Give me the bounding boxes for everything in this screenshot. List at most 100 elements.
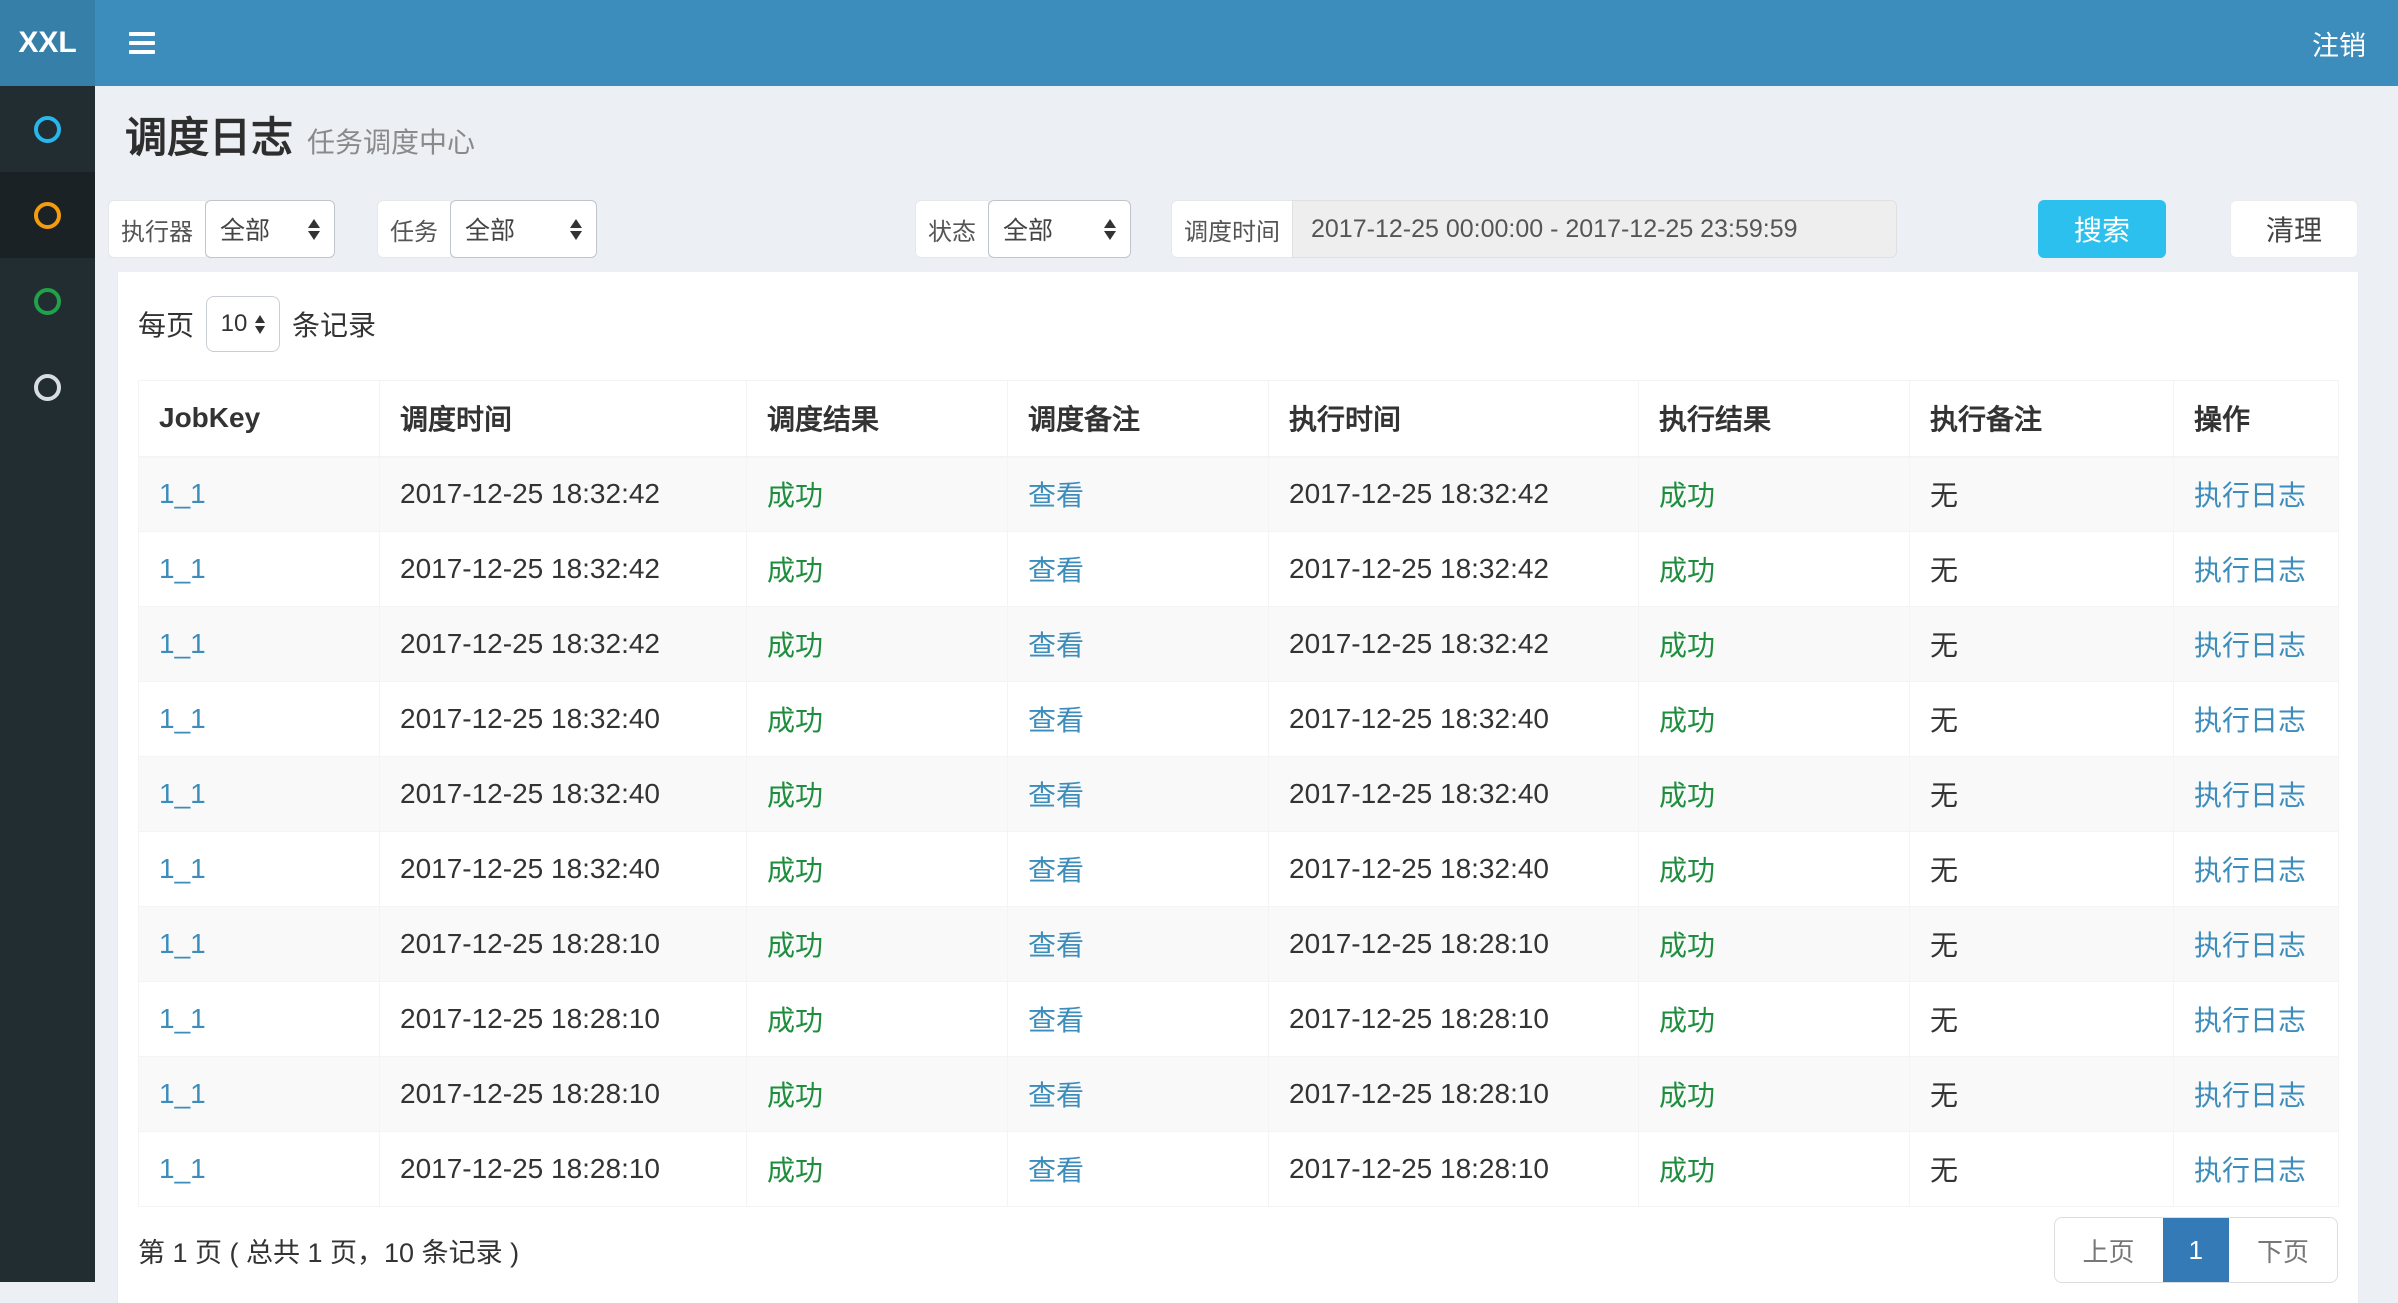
job-key-link[interactable]: 1_1 — [159, 1078, 206, 1109]
trigger-msg-link[interactable]: 查看 — [1028, 1080, 1084, 1111]
trigger-msg-link[interactable]: 查看 — [1028, 1005, 1084, 1036]
table-cell: 执行日志 — [2174, 832, 2339, 907]
job-key-link[interactable]: 1_1 — [159, 703, 206, 734]
exec-log-link[interactable]: 执行日志 — [2194, 1080, 2306, 1111]
filter-bar: 执行器 全部 任务 全部 状态 全部 调度时间 2017-12-25 00: — [108, 200, 2358, 258]
handle-time: 2017-12-25 18:28:10 — [1289, 928, 1549, 959]
handle-time: 2017-12-25 18:28:10 — [1289, 1003, 1549, 1034]
trigger-msg-link[interactable]: 查看 — [1028, 930, 1084, 961]
trigger-msg-link[interactable]: 查看 — [1028, 1155, 1084, 1186]
table-cell: 查看 — [1008, 907, 1269, 982]
search-button[interactable]: 搜索 — [2038, 200, 2166, 258]
table-cell: 2017-12-25 18:28:10 — [1269, 1057, 1639, 1132]
table-cell: 执行日志 — [2174, 757, 2339, 832]
exec-log-link[interactable]: 执行日志 — [2194, 1155, 2306, 1186]
trigger-msg-link[interactable]: 查看 — [1028, 780, 1084, 811]
trigger-result: 成功 — [767, 1005, 823, 1036]
trigger-time: 2017-12-25 18:28:10 — [400, 1153, 660, 1184]
table-cell: 2017-12-25 18:28:10 — [380, 1132, 747, 1207]
trigger-msg-link[interactable]: 查看 — [1028, 480, 1084, 511]
exec-log-link[interactable]: 执行日志 — [2194, 480, 2306, 511]
handle-time: 2017-12-25 18:28:10 — [1289, 1078, 1549, 1109]
sidebar-item[interactable] — [0, 172, 95, 258]
trigger-time: 2017-12-25 18:28:10 — [400, 928, 660, 959]
content-box: 每页 10 条记录 JobKey调度时间调度结果调度备注执行时间执行结果执行备注… — [118, 272, 2358, 1303]
trigger-msg-link[interactable]: 查看 — [1028, 555, 1084, 586]
page-size-select[interactable]: 10 — [206, 296, 280, 352]
table-cell: 成功 — [1639, 1132, 1910, 1207]
next-page-button[interactable]: 下页 — [2229, 1218, 2337, 1282]
handle-result: 成功 — [1659, 930, 1715, 961]
table-cell: 2017-12-25 18:32:40 — [380, 757, 747, 832]
hamburger-menu-icon[interactable] — [123, 26, 161, 60]
job-key-link[interactable]: 1_1 — [159, 1003, 206, 1034]
table-cell: 查看 — [1008, 607, 1269, 682]
table-header-row: JobKey调度时间调度结果调度备注执行时间执行结果执行备注操作 — [139, 381, 2339, 457]
table-cell: 成功 — [747, 757, 1008, 832]
job-key-link[interactable]: 1_1 — [159, 778, 206, 809]
table-cell: 成功 — [1639, 682, 1910, 757]
table-row: 1_1 2017-12-25 18:28:10 成功 查看 2017-12-25 18:… — [139, 1132, 2339, 1207]
clear-button[interactable]: 清理 — [2230, 200, 2358, 258]
table-cell: 无 — [1910, 832, 2174, 907]
job-key-link[interactable]: 1_1 — [159, 928, 206, 959]
trigger-time-range-input[interactable]: 2017-12-25 00:00:00 - 2017-12-25 23:59:5… — [1292, 200, 1897, 258]
table-cell: 2017-12-25 18:32:42 — [380, 607, 747, 682]
table-cell: 执行日志 — [2174, 457, 2339, 532]
circle-icon — [34, 288, 61, 315]
table-cell: 2017-12-25 18:32:42 — [1269, 457, 1639, 532]
current-page-button[interactable]: 1 — [2163, 1218, 2229, 1282]
job-key-link[interactable]: 1_1 — [159, 1153, 206, 1184]
exec-log-link[interactable]: 执行日志 — [2194, 930, 2306, 961]
trigger-msg-link[interactable]: 查看 — [1028, 855, 1084, 886]
table-cell: 无 — [1910, 982, 2174, 1057]
table-cell: 成功 — [1639, 982, 1910, 1057]
handle-msg: 无 — [1930, 930, 1958, 961]
job-select[interactable]: 全部 — [450, 200, 597, 258]
job-key-link[interactable]: 1_1 — [159, 853, 206, 884]
table-cell: 无 — [1910, 757, 2174, 832]
trigger-time: 2017-12-25 18:28:10 — [400, 1078, 660, 1109]
trigger-msg-link[interactable]: 查看 — [1028, 630, 1084, 661]
column-header: 调度结果 — [747, 381, 1008, 457]
table-cell: 2017-12-25 18:32:42 — [380, 532, 747, 607]
app-logo[interactable]: XXL — [0, 0, 95, 86]
handle-result: 成功 — [1659, 780, 1715, 811]
exec-log-link[interactable]: 执行日志 — [2194, 855, 2306, 886]
trigger-time: 2017-12-25 18:32:42 — [400, 553, 660, 584]
handle-time: 2017-12-25 18:28:10 — [1289, 1153, 1549, 1184]
job-key-link[interactable]: 1_1 — [159, 553, 206, 584]
exec-log-link[interactable]: 执行日志 — [2194, 1005, 2306, 1036]
table-cell: 成功 — [747, 607, 1008, 682]
sidebar-item[interactable] — [0, 86, 95, 172]
table-cell: 无 — [1910, 907, 2174, 982]
exec-log-link[interactable]: 执行日志 — [2194, 780, 2306, 811]
trigger-msg-link[interactable]: 查看 — [1028, 705, 1084, 736]
trigger-result: 成功 — [767, 1080, 823, 1111]
exec-log-link[interactable]: 执行日志 — [2194, 555, 2306, 586]
table-cell: 成功 — [1639, 532, 1910, 607]
handle-msg: 无 — [1930, 1080, 1958, 1111]
content-area: 调度日志 任务调度中心 执行器 全部 任务 全部 状态 全部 — [95, 86, 2398, 1282]
status-select[interactable]: 全部 — [988, 200, 1131, 258]
table-cell: 查看 — [1008, 1057, 1269, 1132]
select-arrows-icon — [255, 315, 265, 334]
prev-page-button[interactable]: 上页 — [2055, 1218, 2163, 1282]
exec-log-link[interactable]: 执行日志 — [2194, 630, 2306, 661]
trigger-result: 成功 — [767, 780, 823, 811]
table-cell: 查看 — [1008, 832, 1269, 907]
exec-log-link[interactable]: 执行日志 — [2194, 705, 2306, 736]
job-key-link[interactable]: 1_1 — [159, 628, 206, 659]
handle-msg: 无 — [1930, 1005, 1958, 1036]
logout-link[interactable]: 注销 — [2312, 24, 2366, 63]
executor-select[interactable]: 全部 — [205, 200, 335, 258]
table-cell: 1_1 — [139, 457, 380, 532]
pagination: 上页 1 下页 — [2054, 1217, 2339, 1283]
status-filter-group: 状态 全部 — [915, 200, 1131, 258]
handle-time: 2017-12-25 18:32:42 — [1289, 628, 1549, 659]
sidebar-item[interactable] — [0, 258, 95, 344]
column-header: 执行备注 — [1910, 381, 2174, 457]
sidebar-item[interactable] — [0, 344, 95, 430]
job-key-link[interactable]: 1_1 — [159, 478, 206, 509]
table-row: 1_12017-12-25 18:32:42成功查看2017-12-25 18:… — [139, 532, 2339, 607]
